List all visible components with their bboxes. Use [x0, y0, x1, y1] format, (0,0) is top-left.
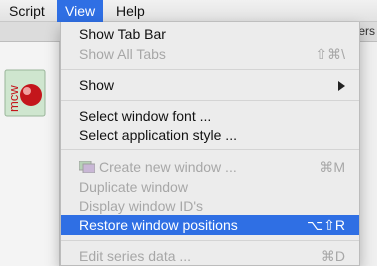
menu-item-create-new-window[interactable]: Create new window ... ⌘M — [61, 157, 359, 177]
menu-item-label: Restore window positions — [79, 217, 238, 233]
menu-item-select-window-font[interactable]: Select window font ... — [61, 106, 359, 126]
menu-item-edit-series-data[interactable]: Edit series data ... ⌘D — [61, 246, 359, 266]
window-icon — [79, 161, 95, 173]
menu-view[interactable]: View — [57, 0, 104, 22]
menu-item-label: Show Tab Bar — [79, 26, 166, 42]
mcw-logo-icon: mcw — [4, 69, 46, 117]
menu-item-label: Create new window ... — [99, 159, 237, 175]
menu-item-display-window-ids[interactable]: Display window ID's — [61, 196, 359, 216]
menu-item-show-tab-bar[interactable]: Show Tab Bar — [61, 24, 359, 44]
shortcut-label: ⌘D — [320, 248, 345, 264]
menu-item-label: Select window font ... — [79, 108, 212, 124]
menu-item-label: Show — [79, 77, 115, 93]
menu-item-label: Select application style ... — [79, 127, 237, 143]
shortcut-label: ⌘M — [319, 159, 345, 175]
menu-item-label: Duplicate window — [79, 179, 188, 195]
logo-text: mcw — [6, 85, 21, 112]
menu-item-restore-window-positions[interactable]: Restore window positions ⌥⇧R — [61, 215, 359, 235]
menu-bar: Script View Help — [0, 0, 377, 22]
menu-help[interactable]: Help — [108, 0, 153, 22]
view-menu: Show Tab Bar Show All Tabs ⇧⌘\ Show Sele… — [60, 22, 360, 266]
separator — [61, 100, 359, 101]
separator — [61, 149, 359, 150]
background-right-area — [360, 42, 377, 266]
menu-item-show-all-tabs[interactable]: Show All Tabs ⇧⌘\ — [61, 44, 359, 64]
shortcut-label: ⌥⇧R — [307, 217, 345, 233]
separator — [61, 240, 359, 241]
menu-item-duplicate-window[interactable]: Duplicate window — [61, 177, 359, 197]
shortcut-label: ⇧⌘\ — [315, 46, 345, 62]
menu-script[interactable]: Script — [1, 0, 53, 22]
menu-item-label: Display window ID's — [79, 198, 204, 214]
separator — [61, 69, 359, 70]
submenu-arrow-icon — [338, 81, 345, 91]
menu-item-show[interactable]: Show — [61, 75, 359, 95]
menu-item-select-application-style[interactable]: Select application style ... — [61, 125, 359, 145]
menu-item-label: Show All Tabs — [79, 46, 166, 62]
menu-item-label: Edit series data ... — [79, 248, 192, 264]
